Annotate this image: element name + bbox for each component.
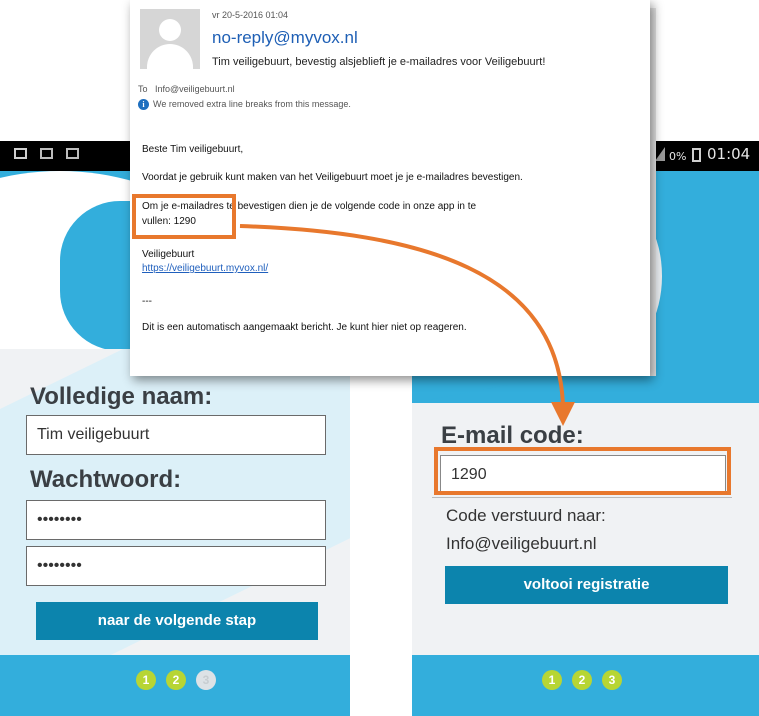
step-indicator-1: 1	[136, 670, 156, 690]
code-sent-label: Code verstuurd naar:	[446, 506, 606, 525]
full-name-input[interactable]: Tim veiligebuurt	[26, 415, 326, 455]
mail-icon	[40, 148, 53, 159]
code-highlight-email	[132, 194, 236, 239]
email-footer: Dit is een automatisch aangemaakt berich…	[142, 322, 467, 333]
step-indicator-3: 3	[196, 670, 216, 690]
info-icon: i	[138, 99, 149, 110]
sender-avatar	[140, 9, 200, 69]
next-step-button[interactable]: naar de volgende stap	[36, 602, 318, 640]
email-code-label: E-mail code:	[441, 422, 584, 449]
email-subject: Tim veiligebuurt, bevestig alsjeblieft j…	[212, 56, 546, 68]
step-indicator-2: 2	[166, 670, 186, 690]
signal-icon	[655, 147, 665, 161]
battery-icon	[692, 148, 701, 162]
email-link[interactable]: https://veiligebuurt.myvox.nl/	[142, 263, 268, 274]
password-label: Wachtwoord:	[30, 466, 182, 493]
code-highlight-app	[434, 447, 731, 495]
step-indicator-1: 1	[542, 670, 562, 690]
email-sender[interactable]: no-reply@myvox.nl	[212, 28, 358, 48]
battery-percent: 0%	[669, 150, 687, 163]
email-info-notice: We removed extra line breaks from this m…	[153, 99, 351, 109]
mail-icon	[66, 148, 79, 159]
email-to-address[interactable]: Info@veiligebuurt.nl	[155, 84, 235, 94]
email-signature: Veiligebuurt	[142, 249, 195, 260]
email-to-label: To	[138, 84, 148, 94]
full-name-label: Volledige naam:	[30, 383, 213, 410]
step-indicator-3: 3	[602, 670, 622, 690]
email-date: vr 20-5-2016 01:04	[212, 10, 289, 20]
code-sent-email: Info@veiligebuurt.nl	[446, 534, 597, 553]
status-time: 01:04	[707, 145, 751, 163]
password-input[interactable]: ••••••••	[26, 500, 326, 540]
email-paragraph: Voordat je gebruik kunt maken van het Ve…	[142, 172, 523, 183]
email-message-window: vr 20-5-2016 01:04 no-reply@myvox.nl Tim…	[130, 0, 650, 376]
step-indicator-2: 2	[572, 670, 592, 690]
password-confirm-input[interactable]: ••••••••	[26, 546, 326, 586]
email-greeting: Beste Tim veiligebuurt,	[142, 144, 244, 155]
email-separator: ---	[142, 296, 152, 307]
image-icon	[14, 148, 27, 159]
finish-registration-button[interactable]: voltooi registratie	[445, 566, 728, 604]
